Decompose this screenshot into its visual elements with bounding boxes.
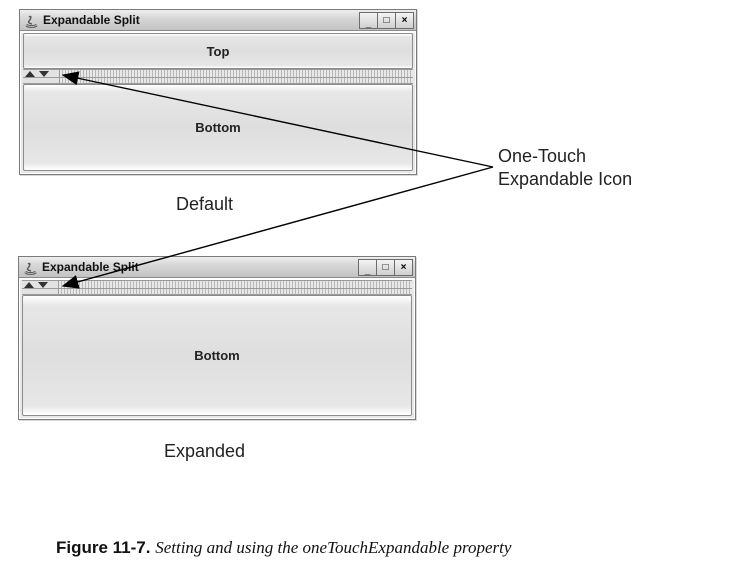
split-divider[interactable]: [22, 280, 412, 295]
window-buttons: _ □ ×: [358, 259, 413, 276]
state-label-default: Default: [176, 194, 233, 215]
arrow-up-icon[interactable]: [25, 71, 35, 77]
close-button[interactable]: ×: [394, 259, 413, 276]
minimize-button[interactable]: _: [359, 12, 378, 29]
one-touch-arrows[interactable]: [25, 71, 49, 77]
callout: One-Touch Expandable Icon: [498, 145, 632, 190]
java-icon: [24, 13, 39, 28]
split-pane: Top Bottom: [23, 33, 413, 171]
bottom-pane[interactable]: Bottom: [23, 84, 413, 171]
maximize-button[interactable]: □: [376, 259, 395, 276]
window-title: Expandable Split: [43, 13, 359, 27]
split-pane: Bottom: [22, 280, 412, 416]
arrow-up-icon[interactable]: [24, 282, 34, 288]
callout-line2: Expandable Icon: [498, 168, 632, 191]
client-area: Bottom: [19, 280, 415, 419]
minimize-button[interactable]: _: [358, 259, 377, 276]
arrow-down-icon[interactable]: [38, 282, 48, 288]
figure-caption: Figure 11-7. Setting and using the oneTo…: [56, 538, 511, 558]
split-divider[interactable]: [23, 69, 413, 84]
figure-label: Figure 11-7.: [56, 538, 150, 557]
callout-line1: One-Touch: [498, 145, 632, 168]
titlebar[interactable]: Expandable Split _ □ ×: [19, 257, 415, 278]
close-button[interactable]: ×: [395, 12, 414, 29]
titlebar[interactable]: Expandable Split _ □ ×: [20, 10, 416, 31]
window-title: Expandable Split: [42, 260, 358, 274]
state-label-expanded: Expanded: [164, 441, 245, 462]
maximize-button[interactable]: □: [377, 12, 396, 29]
figure-description: Setting and using the oneTouchExpandable…: [155, 538, 511, 557]
window-buttons: _ □ ×: [359, 12, 414, 29]
bottom-pane[interactable]: Bottom: [22, 295, 412, 416]
arrow-down-icon[interactable]: [39, 71, 49, 77]
window-default: Expandable Split _ □ × Top Bottom: [19, 9, 417, 175]
java-icon: [23, 260, 38, 275]
client-area: Top Bottom: [20, 33, 416, 174]
window-expanded: Expandable Split _ □ × Bottom: [18, 256, 416, 420]
one-touch-arrows[interactable]: [24, 282, 48, 288]
top-pane[interactable]: Top: [23, 33, 413, 69]
